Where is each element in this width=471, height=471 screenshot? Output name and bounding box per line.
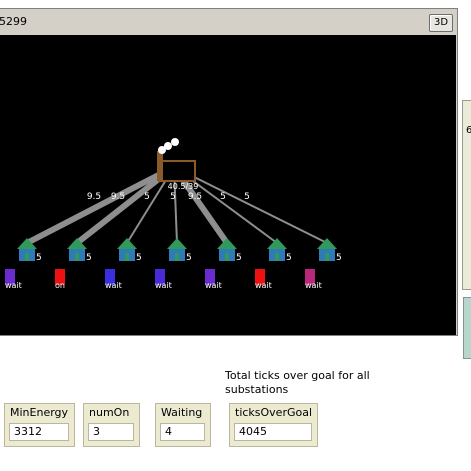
house-door-icon — [225, 253, 229, 261]
switch-label: wait — [5, 281, 22, 290]
link-label: 5 — [170, 192, 176, 202]
link-label: 5 — [220, 192, 226, 202]
house-door-icon — [275, 253, 279, 261]
chimney-icon — [157, 151, 163, 181]
house-door-icon — [175, 253, 179, 261]
link-label: 5 — [144, 192, 150, 202]
power-line — [25, 164, 176, 246]
link-label: 9.5 — [87, 192, 101, 202]
link-label: 9.5 — [111, 192, 125, 202]
monitor-value: 4045 — [234, 423, 312, 441]
house-label: 5 — [36, 253, 42, 263]
3d-button[interactable]: 3D — [429, 14, 453, 32]
house-roof-icon — [267, 238, 287, 249]
side-scrollbar[interactable] — [463, 297, 471, 359]
switch-label: wait — [105, 281, 122, 290]
monitor-waiting: Waiting 4 — [155, 403, 211, 447]
house-door-icon — [75, 253, 79, 261]
house-roof-icon — [117, 238, 137, 249]
monitor-label: numOn — [89, 406, 130, 419]
world-view[interactable]: 9.5 9.5 5 5 9.5 5 5 40.5/39 5 wait 5 on 5 wait 5 wait 5 w… — [0, 35, 456, 335]
switch-label: on — [55, 281, 65, 290]
monitor-value: 3312 — [9, 423, 69, 441]
plant-label: 40.5/39 — [168, 182, 199, 191]
monitor-value: 3 — [88, 423, 134, 441]
side-plot-label: 6 — [466, 125, 471, 136]
house-label: 5 — [286, 253, 292, 263]
view-titlebar: 5299 3D — [0, 9, 457, 35]
house-roof-icon — [217, 238, 237, 249]
view-title: 5299 — [0, 15, 27, 28]
switch-label: wait — [305, 281, 322, 290]
monitor-ticks-over-goal: ticksOverGoal 4045 — [229, 403, 318, 447]
monitor-label: ticksOverGoal — [235, 406, 313, 419]
link-label: 5 — [244, 192, 250, 202]
side-plot-panel: 6 — [462, 100, 471, 290]
house-label: 5 — [136, 253, 142, 263]
smoke-icon — [164, 142, 172, 150]
house-label: 5 — [236, 253, 242, 263]
note-text: Total ticks over goal for all substation… — [225, 369, 370, 396]
world-svg: 9.5 9.5 5 5 9.5 5 540.5/395wait5on5wait5wait5w… — [5, 138, 342, 290]
house-roof-icon — [167, 238, 187, 249]
monitor-value: 4 — [160, 423, 205, 441]
house-door-icon — [325, 253, 329, 261]
switch-label: wait — [155, 281, 172, 290]
switch-label: wait — [205, 281, 222, 290]
monitor-min-energy: MinEnergy 3312 — [4, 403, 75, 447]
house-label: 5 — [86, 253, 92, 263]
power-plant-icon[interactable] — [158, 160, 196, 182]
house-door-icon — [25, 253, 29, 261]
house-label: 5 — [186, 253, 192, 263]
house-label: 5 — [336, 253, 342, 263]
house-door-icon — [125, 253, 129, 261]
monitor-num-on: numOn 3 — [83, 403, 140, 447]
switch-label: wait — [255, 281, 272, 290]
view-window: 5299 3D 9.5 9.5 5 5 9.5 5 5 40.5/39 5 wait 5 on 5 wai… — [0, 8, 458, 336]
link-label: 9.5 — [188, 192, 202, 202]
smoke-icon — [171, 138, 179, 146]
monitor-label: Waiting — [161, 406, 203, 419]
monitor-label: MinEnergy — [10, 406, 69, 419]
